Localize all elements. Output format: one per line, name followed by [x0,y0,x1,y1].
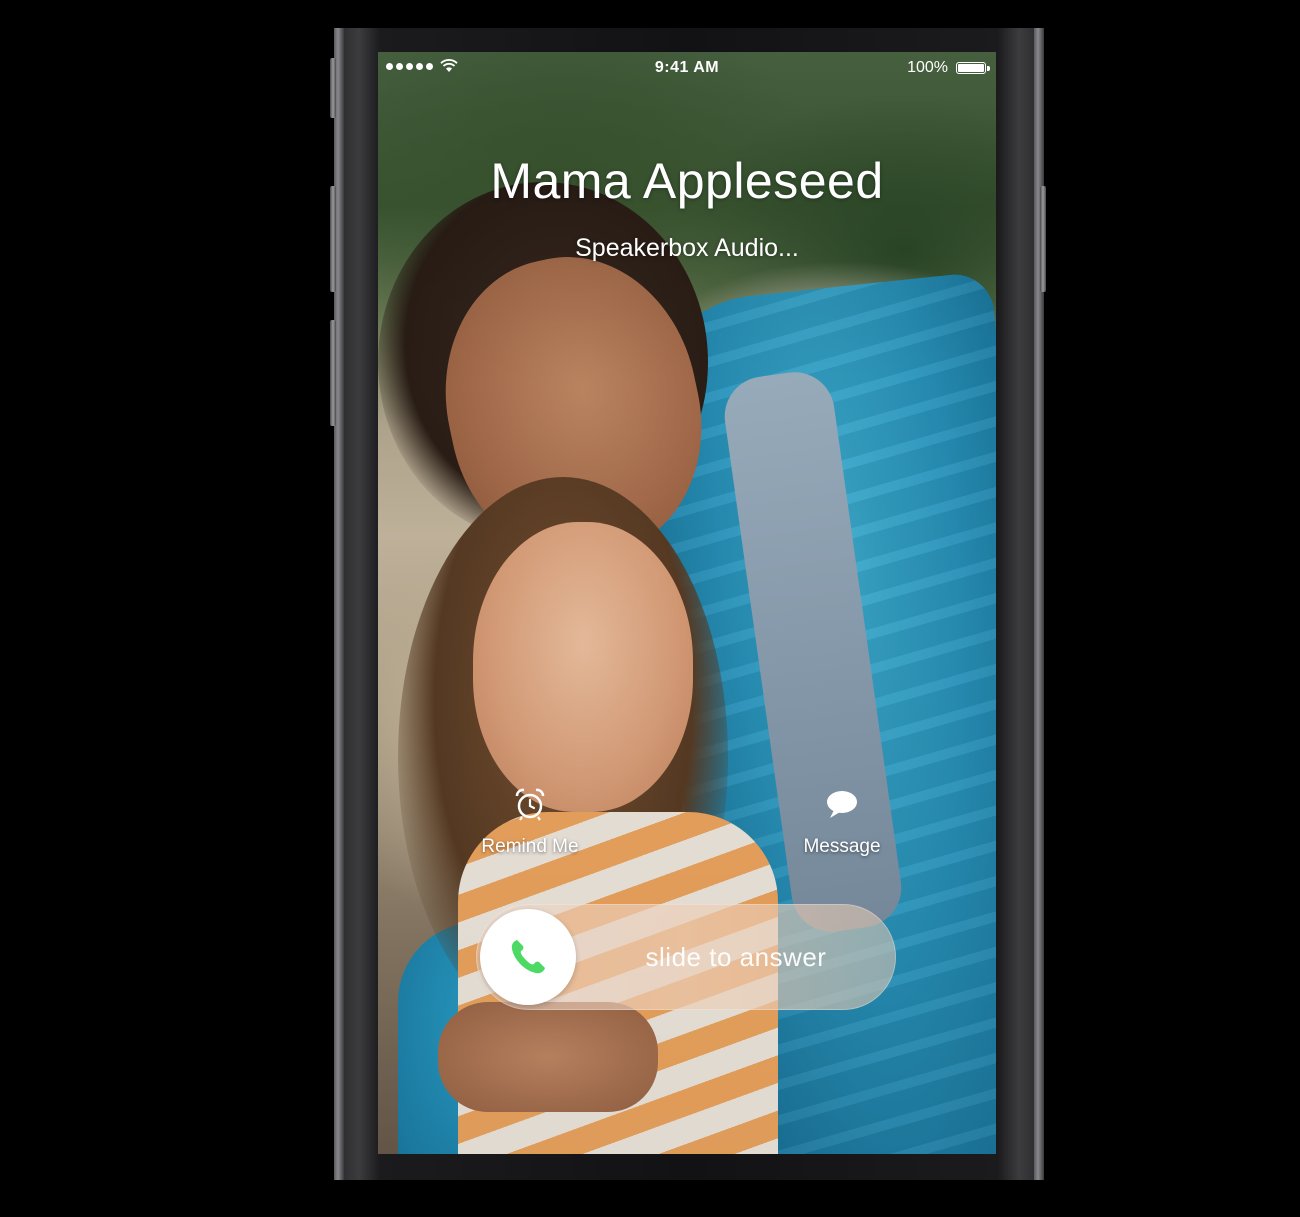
message-label: Message [803,836,881,857]
volume-up-button [330,186,336,292]
mute-switch [330,58,336,118]
incoming-call-screen: 9:41 AM 100% Mama Appleseed Speakerbox A… [378,52,996,1154]
phone-icon [511,940,545,974]
volume-down-button [330,320,336,426]
power-button [1040,186,1046,292]
slide-to-answer-label: slide to answer [645,942,827,972]
stage: 9:41 AM 100% Mama Appleseed Speakerbox A… [0,0,1300,1217]
speech-bubble-icon [827,791,857,818]
battery-icon [956,62,986,74]
call-app-label: Speakerbox Audio... [575,234,799,262]
status-bar: 9:41 AM 100% [378,52,996,86]
remind-me-button[interactable]: Remind Me [450,786,610,858]
battery-nub [987,66,990,71]
battery-percent: 100% [907,59,948,76]
alarm-clock-icon [515,788,545,821]
status-time: 9:41 AM [654,59,720,76]
slide-to-answer-knob[interactable] [480,909,576,1005]
caller-name: Mama Appleseed [490,153,884,209]
slide-to-answer-track[interactable]: slide to answer [476,904,896,1010]
message-button[interactable]: Message [762,786,922,858]
remind-me-label: Remind Me [481,836,579,857]
